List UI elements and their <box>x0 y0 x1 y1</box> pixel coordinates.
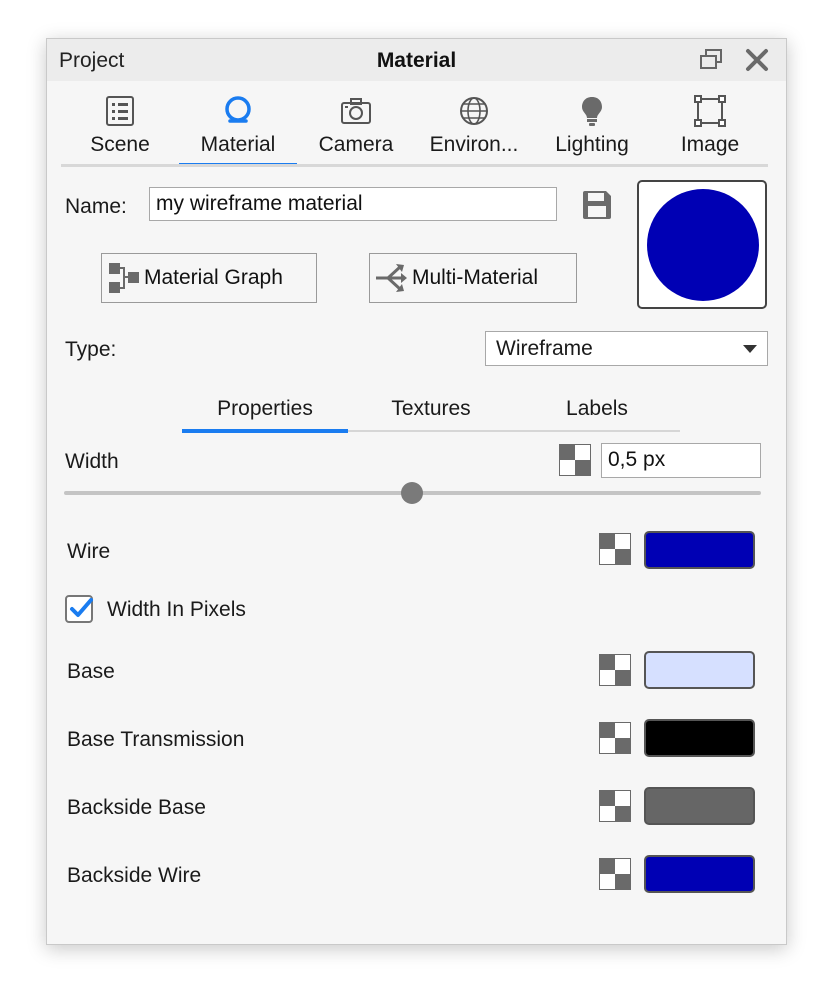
material-graph-label: Material Graph <box>144 266 283 289</box>
type-value: Wireframe <box>496 337 593 360</box>
backside-wire-color-swatch[interactable] <box>644 855 755 893</box>
backside-base-color-swatch[interactable] <box>644 787 755 825</box>
tab-label: Scene <box>90 133 150 156</box>
backside-wire-label: Backside Wire <box>67 864 202 887</box>
width-slider-thumb[interactable] <box>401 482 423 504</box>
material-panel: Project Material Scene Material Camera E… <box>46 38 787 945</box>
material-icon <box>225 96 251 123</box>
graph-icon <box>109 263 139 293</box>
base-color-swatch[interactable] <box>644 651 755 689</box>
checkmark-icon <box>70 598 93 617</box>
base-transmission-label: Base Transmission <box>67 728 245 751</box>
camera-icon <box>341 98 371 124</box>
tab-label: Lighting <box>555 133 629 156</box>
type-label: Type: <box>65 338 117 361</box>
wire-label: Wire <box>67 540 111 563</box>
texture-checker-icon[interactable] <box>599 722 631 754</box>
image-frame-icon <box>694 95 726 127</box>
type-select[interactable]: Wireframe <box>485 331 768 366</box>
title-bar: Project Material <box>47 39 786 81</box>
tab-scene[interactable]: Scene <box>61 89 179 167</box>
texture-checker-icon[interactable] <box>599 654 631 686</box>
material-graph-button[interactable]: Material Graph <box>101 253 317 303</box>
restore-window-icon[interactable] <box>699 49 723 71</box>
texture-checker-icon[interactable] <box>559 444 591 476</box>
texture-checker-icon[interactable] <box>599 533 631 565</box>
width-in-pixels-label: Width In Pixels <box>107 598 246 621</box>
tab-environment[interactable]: Environ... <box>415 89 533 167</box>
tab-lighting[interactable]: Lighting <box>533 89 651 167</box>
tab-label: Environ... <box>429 133 519 156</box>
tab-label: Camera <box>318 133 394 156</box>
tab-camera[interactable]: Camera <box>297 89 415 167</box>
wire-color-swatch[interactable] <box>644 531 755 569</box>
name-label: Name: <box>65 195 127 218</box>
width-in-pixels-checkbox[interactable] <box>65 595 93 623</box>
globe-icon <box>460 97 488 125</box>
multi-material-label: Multi-Material <box>412 266 539 289</box>
material-preview <box>637 180 767 309</box>
save-icon[interactable] <box>581 189 613 221</box>
texture-checker-icon[interactable] <box>599 790 631 822</box>
top-tabs: Scene Material Camera Environ... Lightin… <box>47 89 786 169</box>
width-input[interactable]: 0,5 px <box>601 443 761 478</box>
tab-image[interactable]: Image <box>651 89 769 167</box>
preview-sphere <box>647 189 759 301</box>
chevron-down-icon <box>743 345 757 353</box>
bulb-icon <box>582 97 602 126</box>
subtab-textures[interactable]: Textures <box>348 397 514 421</box>
close-icon[interactable] <box>744 47 770 73</box>
tab-divider <box>61 164 768 167</box>
tab-label: Image <box>680 133 740 156</box>
panel-title: Material <box>376 49 457 72</box>
tab-material[interactable]: Material <box>179 89 297 167</box>
active-subtab-indicator <box>182 429 348 433</box>
width-label: Width <box>65 450 119 473</box>
tab-label: Material <box>200 133 276 156</box>
subtab-labels[interactable]: Labels <box>514 397 680 421</box>
base-label: Base <box>67 660 115 683</box>
backside-base-label: Backside Base <box>67 796 206 819</box>
base-transmission-color-swatch[interactable] <box>644 719 755 757</box>
multi-material-button[interactable]: Multi-Material <box>369 253 577 303</box>
split-arrows-icon <box>376 264 407 292</box>
name-input[interactable]: my wireframe material <box>149 187 557 221</box>
subtab-properties[interactable]: Properties <box>182 397 348 421</box>
texture-checker-icon[interactable] <box>599 858 631 890</box>
list-icon <box>106 96 134 126</box>
